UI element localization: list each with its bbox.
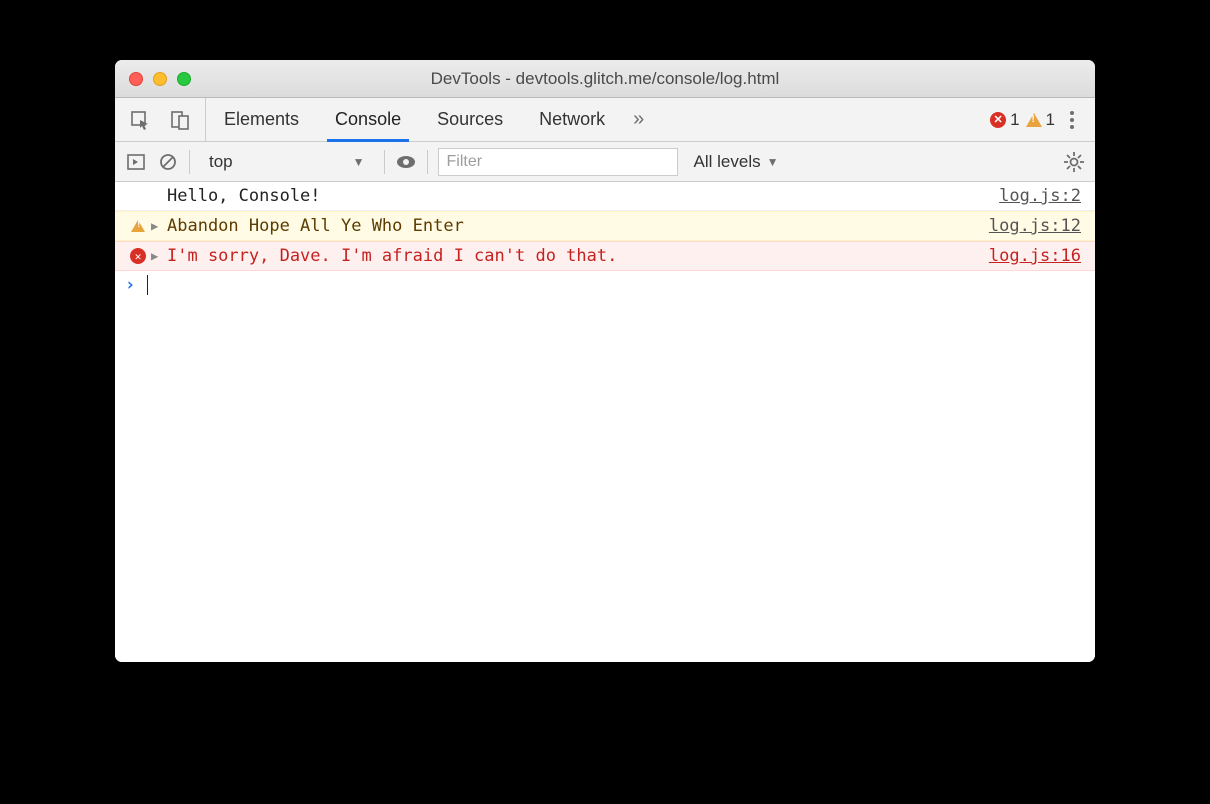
log-message: I'm sorry, Dave. I'm afraid I can't do t… [167, 246, 989, 266]
chevron-down-icon: ▼ [353, 155, 365, 169]
separator [427, 150, 428, 174]
source-link[interactable]: log.js:2 [999, 186, 1081, 206]
tab-console[interactable]: Console [317, 98, 419, 141]
clear-console-icon[interactable] [157, 151, 179, 173]
separator [189, 150, 190, 174]
warning-count: 1 [1046, 110, 1055, 130]
tab-label: Sources [437, 109, 503, 130]
tab-label: Network [539, 109, 605, 130]
window-title: DevTools - devtools.glitch.me/console/lo… [115, 69, 1095, 89]
context-label: top [209, 152, 233, 172]
console-prompt[interactable]: › [115, 271, 1095, 299]
tab-label: Console [335, 109, 401, 130]
error-icon: ✕ [130, 248, 146, 264]
devtools-window: DevTools - devtools.glitch.me/console/lo… [115, 60, 1095, 662]
chevron-down-icon: ▼ [767, 155, 779, 169]
inspect-element-icon[interactable] [129, 109, 151, 131]
console-toolbar: top ▼ All levels ▼ [115, 142, 1095, 182]
text-cursor [147, 275, 148, 295]
toggle-console-sidebar-icon[interactable] [125, 151, 147, 173]
console-row[interactable]: Hello, Console! log.js:2 [115, 182, 1095, 211]
more-options-button[interactable] [1061, 107, 1083, 133]
minimize-window-button[interactable] [153, 72, 167, 86]
console-output: Hello, Console! log.js:2 ▶ Abandon Hope … [115, 182, 1095, 662]
expand-toggle-icon[interactable]: ▶ [151, 249, 167, 263]
warning-icon [131, 220, 145, 232]
error-icon: ✕ [990, 112, 1006, 128]
close-window-button[interactable] [129, 72, 143, 86]
prompt-caret-icon: › [125, 275, 145, 295]
console-row[interactable]: ✕ ▶ I'm sorry, Dave. I'm afraid I can't … [115, 241, 1095, 271]
warning-icon [1026, 113, 1042, 127]
row-gutter [125, 220, 151, 232]
traffic-lights [115, 72, 191, 86]
device-toolbar-icon[interactable] [169, 109, 191, 131]
tabs-overflow-button[interactable]: » [623, 98, 654, 141]
tab-elements[interactable]: Elements [206, 98, 317, 141]
console-settings-icon[interactable] [1063, 151, 1085, 173]
separator [384, 150, 385, 174]
main-tabbar: Elements Console Sources Network » ✕ 1 1 [115, 98, 1095, 142]
execution-context-selector[interactable]: top ▼ [200, 149, 374, 175]
levels-label: All levels [694, 152, 761, 172]
source-link[interactable]: log.js:16 [989, 246, 1081, 266]
tabbar-status: ✕ 1 1 [978, 98, 1095, 141]
filter-input[interactable] [438, 148, 678, 176]
live-expression-icon[interactable] [395, 151, 417, 173]
titlebar: DevTools - devtools.glitch.me/console/lo… [115, 60, 1095, 98]
error-count: 1 [1010, 110, 1019, 130]
tabs: Elements Console Sources Network » [206, 98, 654, 141]
zoom-window-button[interactable] [177, 72, 191, 86]
tabbar-left-tools [115, 98, 206, 141]
tab-sources[interactable]: Sources [419, 98, 521, 141]
expand-toggle-icon[interactable]: ▶ [151, 219, 167, 233]
error-count-badge[interactable]: ✕ 1 [990, 110, 1019, 130]
chevron-right-double-icon: » [633, 108, 644, 131]
log-message: Hello, Console! [167, 186, 999, 206]
log-levels-selector[interactable]: All levels ▼ [688, 152, 785, 172]
log-message: Abandon Hope All Ye Who Enter [167, 216, 989, 236]
row-gutter: ✕ [125, 248, 151, 264]
source-link[interactable]: log.js:12 [989, 216, 1081, 236]
warning-count-badge[interactable]: 1 [1026, 110, 1055, 130]
tab-label: Elements [224, 109, 299, 130]
tab-network[interactable]: Network [521, 98, 623, 141]
console-row[interactable]: ▶ Abandon Hope All Ye Who Enter log.js:1… [115, 211, 1095, 241]
